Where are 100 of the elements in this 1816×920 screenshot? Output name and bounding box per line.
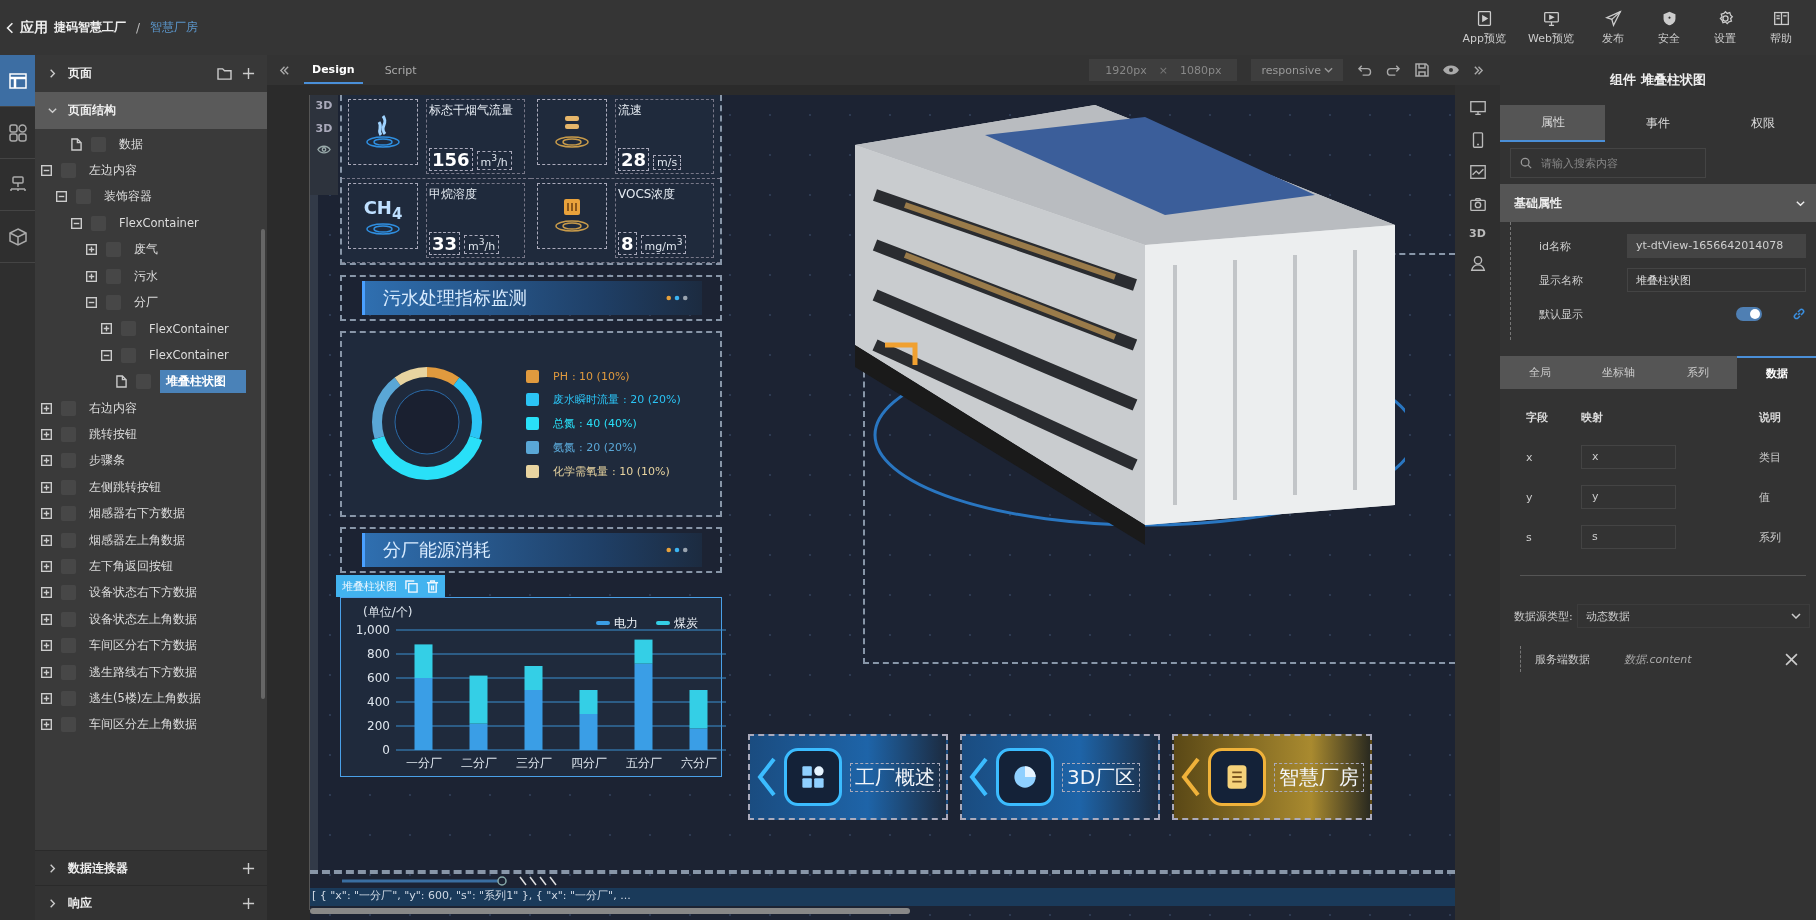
tree-item[interactable]: 步骤条: [85, 450, 129, 472]
expand-icon[interactable]: [41, 455, 52, 467]
section-header[interactable]: 响应: [35, 885, 267, 920]
source-dropdown[interactable]: 动态数据: [1576, 604, 1810, 628]
toolbar-button[interactable]: Web预览: [1528, 9, 1574, 46]
panel-tab[interactable]: 系列: [1658, 356, 1737, 389]
toolbar-button[interactable]: 安全: [1652, 9, 1686, 46]
panel-tab[interactable]: 数据: [1737, 356, 1816, 389]
expand-icon[interactable]: [41, 587, 52, 599]
editor-tab[interactable]: Design: [304, 56, 363, 84]
toolbar-button[interactable]: App预览: [1462, 9, 1506, 46]
plus-icon[interactable]: [242, 67, 255, 80]
tree-item[interactable]: 逃生(5楼)左上角数据: [85, 687, 206, 709]
input-field[interactable]: s: [1581, 525, 1676, 549]
toggle-switch[interactable]: [1736, 307, 1762, 321]
camera-icon[interactable]: [1468, 195, 1487, 213]
tree-item[interactable]: 逃生路线右下方数据: [85, 661, 201, 683]
expand-icon[interactable]: [41, 402, 52, 414]
expand-icon[interactable]: [41, 613, 52, 625]
save-icon[interactable]: [1415, 63, 1429, 77]
collapse-icon[interactable]: [71, 217, 82, 229]
panel-tab[interactable]: 全局: [1500, 356, 1579, 389]
chevron-right-icon: [47, 897, 58, 909]
tree-item[interactable]: 烟感器左上角数据: [85, 529, 189, 551]
toolbar-button[interactable]: 帮助: [1764, 9, 1798, 46]
nav-button[interactable]: 3D厂区: [960, 734, 1160, 820]
expand-icon[interactable]: [86, 244, 97, 256]
field-label: 显示名称: [1539, 272, 1584, 288]
search-field[interactable]: 请输入搜索内容: [1510, 148, 1706, 178]
link-icon[interactable]: [1792, 307, 1806, 321]
input-field[interactable]: 堆叠柱状图: [1627, 268, 1806, 292]
folder-icon[interactable]: [217, 67, 232, 80]
mode-dropdown[interactable]: responsive: [1251, 59, 1343, 81]
line-chart-icon[interactable]: [1468, 163, 1487, 181]
nav-button[interactable]: 工厂概述: [748, 734, 948, 820]
expand-icon[interactable]: [41, 429, 52, 440]
expand-icon[interactable]: [41, 640, 52, 652]
tree-item[interactable]: 堆叠柱状图: [160, 370, 246, 394]
tree-item[interactable]: 烟感器右下方数据: [85, 503, 189, 525]
expand-icon[interactable]: [41, 666, 52, 678]
eye-icon[interactable]: [1443, 65, 1459, 75]
input-field[interactable]: y: [1581, 485, 1676, 509]
panel-tab[interactable]: 权限: [1710, 105, 1816, 142]
section-header[interactable]: 页面结构: [35, 92, 267, 129]
collapse-icon[interactable]: [101, 349, 112, 361]
plus-icon[interactable]: [242, 861, 255, 875]
back-icon[interactable]: [6, 20, 14, 35]
tree-item[interactable]: 车间区分左上角数据: [85, 714, 201, 736]
expand-icon[interactable]: [41, 508, 52, 520]
editor-tab[interactable]: Script: [376, 57, 425, 83]
collapse-icon[interactable]: [86, 297, 97, 309]
plus-icon[interactable]: [242, 896, 255, 910]
nav-button[interactable]: 智慧厂房: [1172, 734, 1372, 820]
expand-icon[interactable]: [41, 534, 52, 546]
section-header[interactable]: 基础属性: [1500, 184, 1816, 222]
tree-item[interactable]: 废气: [130, 239, 162, 261]
section-header[interactable]: 数据连接器: [35, 850, 267, 885]
expand-icon[interactable]: [41, 481, 52, 493]
expand-icon[interactable]: [41, 692, 52, 704]
panel-tab[interactable]: 属性: [1500, 105, 1606, 142]
expand-icon[interactable]: [41, 560, 52, 572]
collapse-left-icon[interactable]: [279, 64, 290, 76]
collapse-icon[interactable]: [41, 165, 52, 177]
tree-item[interactable]: FlexContainer: [115, 213, 203, 234]
undo-icon[interactable]: [1357, 63, 1372, 77]
tree-item[interactable]: 左下角返回按钮: [85, 555, 177, 577]
dots-icon: [666, 295, 688, 301]
tree-item[interactable]: 装饰容器: [100, 186, 156, 208]
expand-icon[interactable]: [41, 719, 52, 731]
user-icon[interactable]: [1468, 254, 1487, 272]
tree-item[interactable]: 数据: [115, 133, 147, 155]
panel-tab[interactable]: 事件: [1605, 105, 1711, 142]
toolbar-button[interactable]: 发布: [1596, 9, 1630, 46]
panel-tab[interactable]: 坐标轴: [1579, 356, 1658, 389]
tree-item[interactable]: 设备状态右下方数据: [85, 582, 201, 604]
view-3d-button[interactable]: 3D: [1469, 227, 1486, 240]
breadcrumb-link[interactable]: 捷码智慧工厂: [54, 19, 126, 36]
expand-icon[interactable]: [86, 270, 97, 282]
tree-item[interactable]: 车间区分右下方数据: [85, 635, 201, 657]
toolbar-button[interactable]: 设置: [1708, 9, 1742, 46]
tree-item[interactable]: 分厂: [130, 292, 162, 314]
metric-value: 33: [429, 232, 461, 255]
tree-item[interactable]: 左边内容: [85, 160, 141, 182]
collapse-icon[interactable]: [56, 191, 67, 203]
breadcrumb-link[interactable]: 应用: [20, 18, 48, 37]
layout-icon: [7, 70, 28, 91]
input-field[interactable]: x: [1581, 445, 1676, 469]
redo-icon[interactable]: [1386, 63, 1401, 77]
expand-right-icon[interactable]: [1473, 64, 1484, 76]
tree-item[interactable]: 右边内容: [85, 397, 141, 419]
tree-item[interactable]: 跳转按钮: [85, 424, 141, 445]
tree-item[interactable]: 污水: [130, 265, 162, 287]
expand-icon[interactable]: [101, 323, 112, 335]
monitor-icon[interactable]: [1468, 99, 1487, 117]
tree-item[interactable]: 设备状态左上角数据: [85, 608, 201, 630]
tree-item[interactable]: FlexContainer: [145, 345, 233, 366]
tree-item[interactable]: FlexContainer: [145, 318, 233, 339]
close-icon[interactable]: [1785, 652, 1798, 666]
metric-value: 156: [429, 148, 473, 171]
tree-item[interactable]: 左侧跳转按钮: [85, 476, 165, 498]
